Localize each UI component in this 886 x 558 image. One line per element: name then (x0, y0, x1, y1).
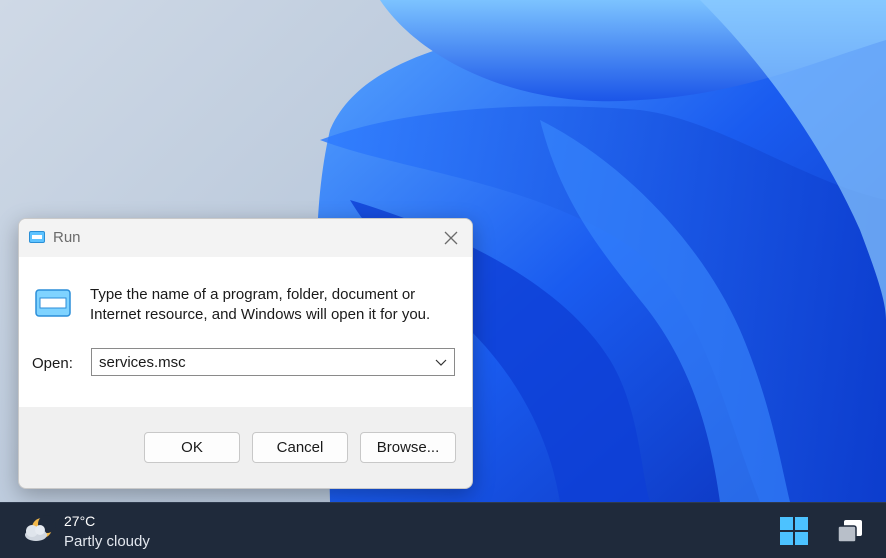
run-icon (29, 231, 45, 243)
browse-button[interactable]: Browse... (360, 432, 456, 463)
close-button[interactable] (435, 223, 467, 253)
chevron-down-icon (435, 359, 447, 366)
title-bar[interactable]: Run (19, 219, 472, 257)
run-program-icon (35, 289, 71, 317)
open-input[interactable] (92, 349, 422, 375)
open-combobox[interactable] (91, 348, 455, 376)
weather-widget[interactable]: 27°C Partly cloudy (22, 511, 192, 553)
task-view-icon (837, 520, 862, 543)
weather-temperature: 27°C (64, 513, 96, 529)
task-view-button[interactable] (832, 513, 868, 549)
start-button[interactable] (776, 513, 812, 549)
taskbar: 27°C Partly cloudy (0, 502, 886, 558)
dropdown-button[interactable] (430, 349, 452, 375)
cancel-button[interactable]: Cancel (252, 432, 348, 463)
close-icon (444, 231, 458, 245)
partly-cloudy-moon-icon (25, 515, 56, 541)
open-label: Open: (32, 355, 73, 372)
windows-logo-icon (780, 517, 808, 545)
dialog-title: Run (53, 229, 81, 246)
ok-button[interactable]: OK (144, 432, 240, 463)
dialog-content: Type the name of a program, folder, docu… (19, 257, 472, 407)
weather-condition: Partly cloudy (64, 533, 150, 550)
run-dialog: Run Type the name of a program, folder, … (18, 218, 473, 489)
instruction-text: Type the name of a program, folder, docu… (90, 286, 431, 323)
